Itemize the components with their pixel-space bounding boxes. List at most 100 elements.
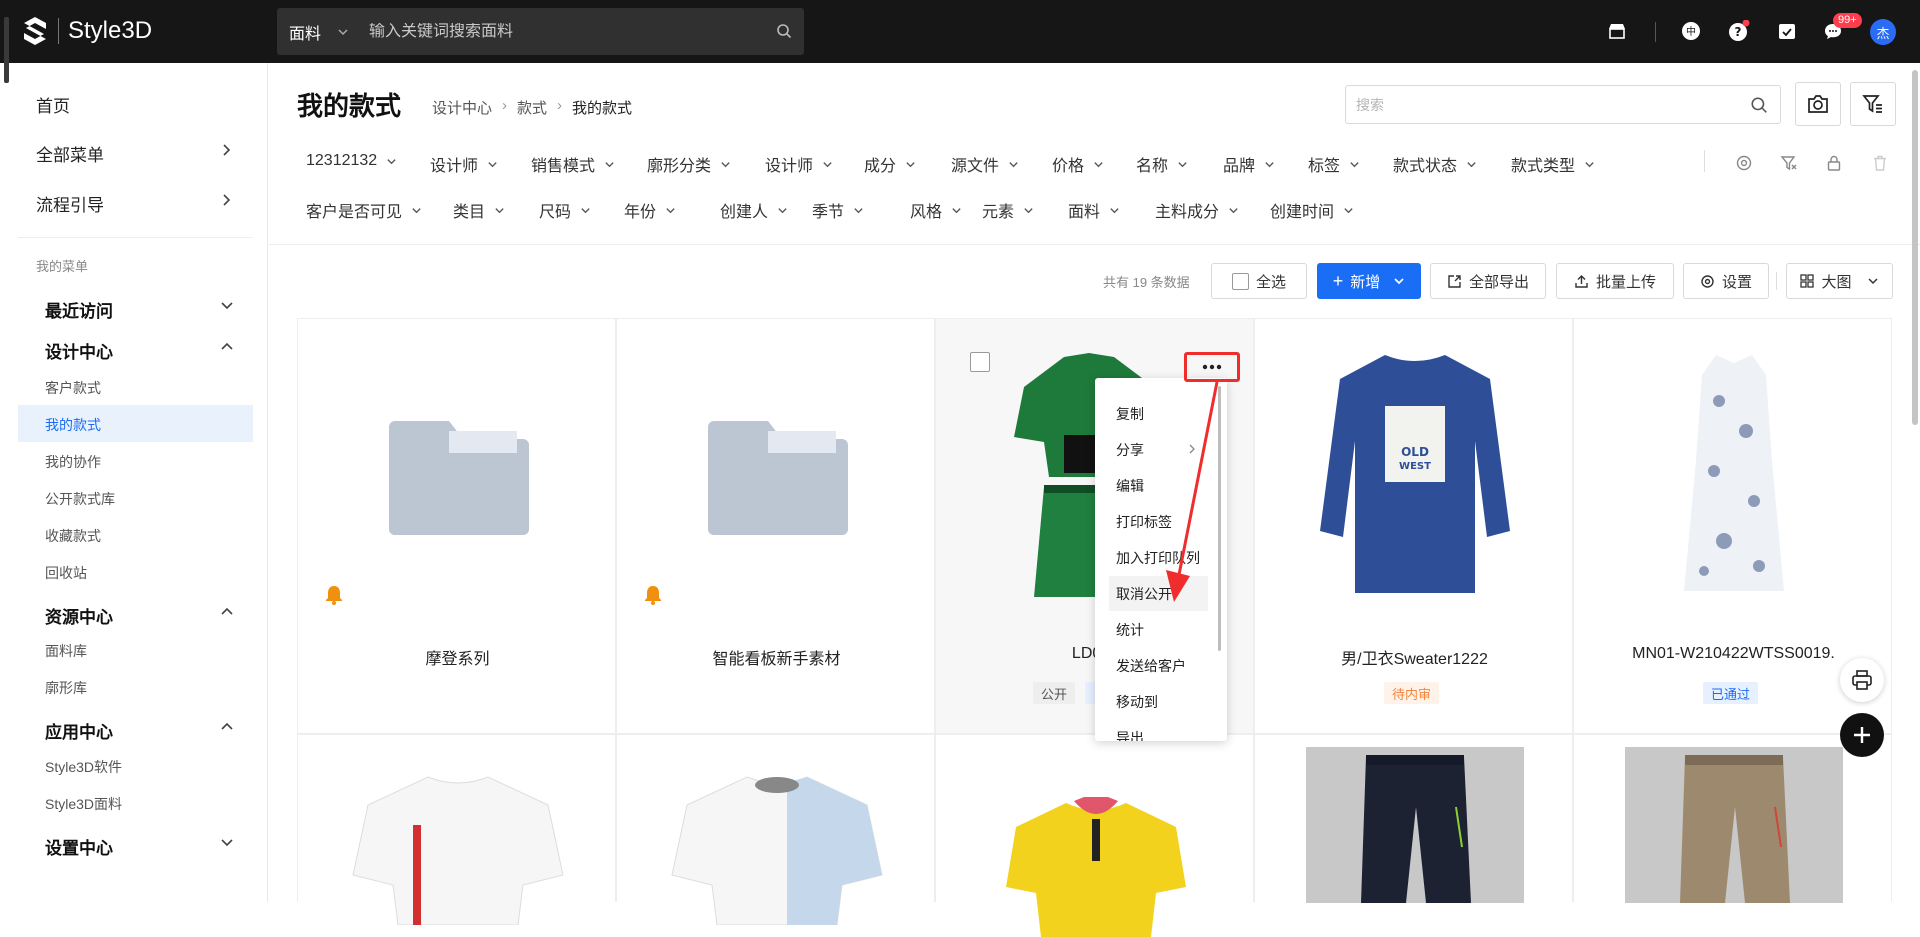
help-icon[interactable]: ? bbox=[1728, 20, 1750, 42]
menu-item-edit[interactable]: 编辑 bbox=[1116, 476, 1144, 496]
card-title[interactable]: 智能看板新手素材 bbox=[617, 645, 936, 669]
style-search[interactable] bbox=[1345, 85, 1781, 124]
filter-dropdown[interactable]: 名称 bbox=[1136, 152, 1188, 176]
global-search-input[interactable] bbox=[369, 22, 760, 41]
chevron-up-icon[interactable] bbox=[220, 605, 234, 623]
style-search-input[interactable] bbox=[1356, 96, 1736, 113]
chevron-down-icon[interactable] bbox=[337, 26, 349, 38]
sidebar-item-all-menu[interactable]: 全部菜单 bbox=[36, 141, 104, 166]
filter-dropdown[interactable]: 12312132 bbox=[306, 152, 397, 170]
sidebar-item-my-styles[interactable]: 我的款式 bbox=[45, 415, 101, 435]
menu-item-export[interactable]: 导出 bbox=[1116, 728, 1144, 741]
filter-dropdown[interactable]: 款式状态 bbox=[1393, 152, 1477, 176]
settings-button[interactable]: 设置 bbox=[1683, 263, 1769, 299]
chevron-down-icon[interactable] bbox=[720, 159, 731, 170]
sidebar-item-style3d-software[interactable]: Style3D软件 bbox=[45, 757, 122, 777]
card-title[interactable]: 男/卫衣Sweater1222 bbox=[1255, 645, 1574, 669]
chevron-down-icon[interactable] bbox=[1023, 205, 1034, 216]
menu-item-statistics[interactable]: 统计 bbox=[1116, 620, 1144, 640]
page-scrollbar[interactable] bbox=[1912, 70, 1918, 425]
export-all-button[interactable]: 全部导出 bbox=[1430, 263, 1546, 299]
chevron-right-icon[interactable] bbox=[220, 193, 232, 212]
card-title[interactable]: MN01-W210422WTSS0019. bbox=[1574, 645, 1893, 663]
style-card[interactable] bbox=[1254, 734, 1573, 903]
search-icon[interactable] bbox=[776, 23, 792, 44]
chevron-down-icon[interactable] bbox=[665, 205, 676, 216]
style-card-folder[interactable]: 智能看板新手素材 bbox=[616, 318, 935, 734]
style-card[interactable] bbox=[1573, 734, 1892, 903]
chevron-right-icon[interactable] bbox=[220, 143, 232, 162]
filter-dropdown[interactable]: 面料 bbox=[1068, 198, 1120, 222]
chevron-down-icon[interactable] bbox=[220, 299, 234, 317]
chevron-down-icon[interactable] bbox=[1343, 205, 1354, 216]
chevron-down-icon[interactable] bbox=[487, 159, 498, 170]
chevron-down-icon[interactable] bbox=[1109, 205, 1120, 216]
filter-dropdown[interactable]: 成分 bbox=[864, 152, 916, 176]
chevron-down-icon[interactable] bbox=[822, 159, 833, 170]
section-recent[interactable]: 最近访问 bbox=[45, 297, 113, 322]
section-resource-center[interactable]: 资源中心 bbox=[45, 603, 113, 628]
batch-upload-button[interactable]: 批量上传 bbox=[1556, 263, 1674, 299]
filter-dropdown[interactable]: 客户是否可见 bbox=[306, 198, 422, 222]
menu-item-share[interactable]: 分享 bbox=[1116, 440, 1144, 460]
chevron-down-icon[interactable] bbox=[951, 205, 962, 216]
filter-dropdown[interactable]: 款式类型 bbox=[1511, 152, 1595, 176]
style-card[interactable] bbox=[616, 734, 935, 925]
language-icon[interactable]: 中 bbox=[1680, 20, 1702, 42]
sidebar-item-silhouette-lib[interactable]: 廓形库 bbox=[45, 678, 87, 698]
print-button[interactable] bbox=[1840, 658, 1884, 702]
avatar[interactable]: 杰 bbox=[1870, 19, 1896, 45]
sidebar-item-public-styles[interactable]: 公开款式库 bbox=[45, 489, 115, 509]
section-design-center[interactable]: 设计中心 bbox=[45, 338, 113, 363]
filter-dropdown[interactable]: 年份 bbox=[624, 198, 676, 222]
bell-icon[interactable] bbox=[644, 585, 662, 605]
chevron-down-icon[interactable] bbox=[580, 205, 591, 216]
chevron-up-icon[interactable] bbox=[220, 340, 234, 358]
chevron-down-icon[interactable] bbox=[1393, 275, 1405, 287]
sidebar-item-recycle-bin[interactable]: 回收站 bbox=[45, 563, 87, 583]
sidebar-item-my-collab[interactable]: 我的协作 bbox=[45, 452, 101, 472]
sidebar-item-favorites[interactable]: 收藏款式 bbox=[45, 526, 101, 546]
menu-item-move-to[interactable]: 移动到 bbox=[1116, 692, 1158, 712]
task-icon[interactable] bbox=[1776, 20, 1798, 42]
filter-dropdown[interactable]: 类目 bbox=[453, 198, 505, 222]
chevron-down-icon[interactable] bbox=[1349, 159, 1360, 170]
delete-icon[interactable] bbox=[1871, 154, 1889, 172]
advanced-filter-button[interactable] bbox=[1850, 82, 1896, 126]
store-icon[interactable] bbox=[1606, 20, 1628, 42]
section-settings-center[interactable]: 设置中心 bbox=[45, 834, 113, 859]
menu-item-send-to-customer[interactable]: 发送给客户 bbox=[1116, 656, 1186, 676]
chevron-down-icon[interactable] bbox=[905, 159, 916, 170]
sidebar-item-style3d-fabric[interactable]: Style3D面料 bbox=[45, 794, 122, 814]
chevron-down-icon[interactable] bbox=[1177, 159, 1188, 170]
chevron-down-icon[interactable] bbox=[1264, 159, 1275, 170]
sidebar-item-fabric-lib[interactable]: 面料库 bbox=[45, 641, 87, 661]
breadcrumb-item[interactable]: 设计中心 bbox=[432, 97, 492, 118]
sidebar-item-guide[interactable]: 流程引导 bbox=[36, 191, 104, 216]
style-card[interactable] bbox=[935, 734, 1254, 937]
filter-dropdown[interactable]: 源文件 bbox=[951, 152, 1019, 176]
menu-item-copy[interactable]: 复制 bbox=[1116, 404, 1144, 424]
select-all-button[interactable]: 全选 bbox=[1211, 263, 1307, 299]
add-new-button[interactable]: + 新增 bbox=[1317, 263, 1421, 299]
chevron-down-icon[interactable] bbox=[1867, 275, 1879, 287]
card-checkbox[interactable] bbox=[970, 352, 990, 372]
filter-dropdown[interactable]: 标签 bbox=[1308, 152, 1360, 176]
filter-dropdown[interactable]: 创建人 bbox=[720, 198, 788, 222]
sidebar-scrollbar[interactable] bbox=[4, 17, 9, 83]
chevron-down-icon[interactable] bbox=[777, 205, 788, 216]
filter-dropdown[interactable]: 尺码 bbox=[539, 198, 591, 222]
chevron-down-icon[interactable] bbox=[494, 205, 505, 216]
chevron-down-icon[interactable] bbox=[604, 159, 615, 170]
sidebar-item-customer-styles[interactable]: 客户款式 bbox=[45, 378, 101, 398]
chevron-down-icon[interactable] bbox=[220, 836, 234, 854]
filter-dropdown[interactable]: 品牌 bbox=[1223, 152, 1275, 176]
breadcrumb-item[interactable]: 款式 bbox=[517, 97, 547, 118]
chevron-down-icon[interactable] bbox=[853, 205, 864, 216]
filter-dropdown[interactable]: 设计师 bbox=[430, 152, 498, 176]
camera-search-button[interactable] bbox=[1795, 82, 1841, 126]
filter-dropdown[interactable]: 主料成分 bbox=[1155, 198, 1239, 222]
filter-dropdown[interactable]: 销售模式 bbox=[531, 152, 615, 176]
card-title[interactable]: 摩登系列 bbox=[298, 645, 617, 669]
chevron-down-icon[interactable] bbox=[1466, 159, 1477, 170]
